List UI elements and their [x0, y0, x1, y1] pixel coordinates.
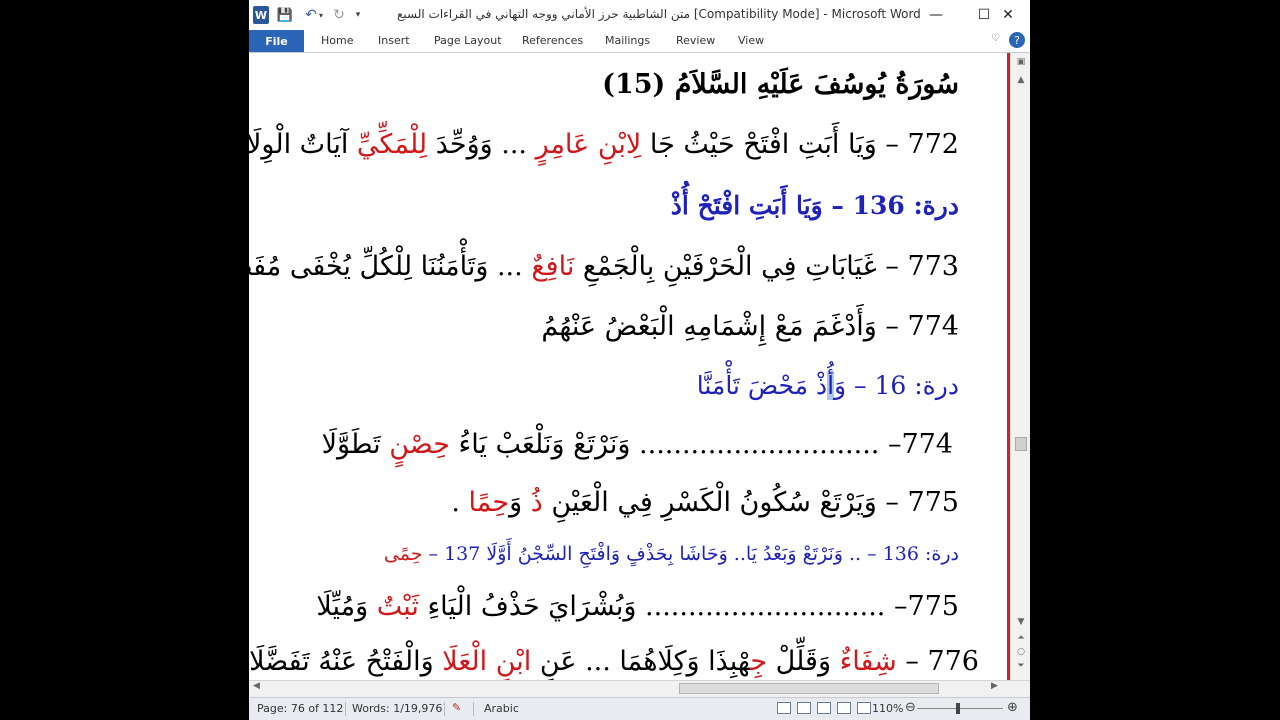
minimize-button[interactable]: —: [913, 0, 959, 30]
tab-view[interactable]: View: [738, 34, 764, 47]
tab-home[interactable]: Home: [321, 34, 353, 47]
ribbon-tabs: File Home Insert Page Layout References …: [249, 30, 1030, 53]
tab-file[interactable]: File: [249, 30, 304, 52]
vertical-scroll-thumb[interactable]: [1015, 437, 1027, 451]
reader-name: ذُ: [530, 487, 543, 518]
reader-name: حِصْنٍ: [389, 429, 450, 460]
outline-icon[interactable]: [837, 702, 851, 714]
status-bar: Page: 76 of 112 Words: 1/19,976 ✎ Arabic…: [249, 697, 1030, 720]
reader-name: حِمًى: [383, 543, 423, 565]
scroll-down-icon[interactable]: ▼: [1014, 617, 1028, 627]
durra-text: ذْ مَحْضَ تَأْمَنَّا: [696, 371, 828, 400]
durra-text: درة: 136 – .. وَنَرْتَعْ وَبَعْدُ يَا.. …: [422, 543, 959, 565]
minimize-ribbon-icon[interactable]: ♡: [991, 33, 1000, 44]
tab-insert[interactable]: Insert: [378, 34, 410, 47]
document-page[interactable]: سُورَةُ يُوسُفَ عَلَيْهِ السَّلاَمُ (15)…: [249, 53, 1009, 680]
vertical-scrollbar[interactable]: ▣ ▲ ▼ ⏶ ○ ⏷: [1010, 53, 1030, 680]
verse-text: 775 – وَيَرْتَعْ سُكُونُ الْكَسْرِ فِي ا…: [542, 487, 959, 518]
window-title: متن الشاطبية حرز الأماني ووجه التهاني في…: [397, 7, 921, 21]
redo-icon[interactable]: ↻: [331, 6, 347, 24]
reader-name: ابْنِ الْعَلَا: [442, 646, 532, 677]
tab-mailings[interactable]: Mailings: [605, 34, 650, 47]
next-page-icon[interactable]: ⏷: [1014, 661, 1028, 671]
scroll-right-icon[interactable]: ▶: [991, 681, 998, 691]
full-screen-reading-icon[interactable]: [797, 702, 811, 714]
verse-text: 776 –: [896, 646, 979, 677]
verse-text: تَطَوَّلَا: [321, 429, 390, 460]
verse-text: هْبِذَا وَكِلَاهُمَا ... عَنِ: [531, 646, 751, 677]
page-count[interactable]: Page: 76 of 112: [257, 702, 343, 715]
save-icon[interactable]: 💾: [277, 6, 293, 24]
proofing-icon[interactable]: ✎: [452, 701, 466, 715]
verse-776: 776 – شِفَاءٌ وَقَلِّلْ جِهْبِذَا وَكِلَ…: [249, 646, 979, 677]
verse-text: آيَاتٌ الْوِلَا: [249, 129, 357, 160]
scroll-up-icon[interactable]: ▲: [1014, 75, 1028, 85]
draft-icon[interactable]: [857, 702, 871, 714]
durra-136-137: درة: 136 – .. وَنَرْتَعْ وَبَعْدُ يَا.. …: [384, 543, 959, 565]
word-app-icon[interactable]: W: [253, 6, 269, 24]
verse-text: ... وَتَأْمَنُنَا لِلْكُلِّ يُخْفَى مُفَ…: [249, 251, 523, 282]
zoom-level[interactable]: 110%: [872, 702, 903, 715]
previous-page-icon[interactable]: ⏶: [1014, 633, 1028, 643]
word-count[interactable]: Words: 1/19,976: [352, 702, 442, 715]
reader-name: نَافِعٌ: [531, 251, 575, 282]
reader-name: لِابْنِ عَامِرٍ: [535, 129, 642, 160]
verse-773: 773 – غَيَابَاتِ فِي الْحَرْفَيْنِ بِالْ…: [249, 251, 959, 282]
surah-heading: سُورَةُ يُوسُفَ عَلَيْهِ السَّلاَمُ (15): [602, 69, 959, 100]
web-layout-icon[interactable]: [817, 702, 831, 714]
verse-774: 774 – وَأَدْغَمَ مَعْ إِشْمَامِهِ الْبَع…: [541, 311, 959, 342]
verse-text: 772 – وَيَا أَبَتِ افْتَحْ حَيْثُ جَا: [641, 129, 959, 160]
horizontal-scrollbar[interactable]: ◀ ▶: [249, 680, 1030, 697]
verse-text: وَ: [509, 487, 531, 518]
verse-text: 774– ............................ وَنَرْ…: [449, 429, 954, 460]
zoom-slider[interactable]: [917, 708, 1003, 709]
reader-name: جِ: [750, 646, 768, 677]
tab-references[interactable]: References: [522, 34, 583, 47]
customize-quick-access-icon[interactable]: ▾: [353, 6, 363, 24]
verse-774-cont: 774– ............................ وَنَرْ…: [322, 429, 953, 460]
verse-text: وَمُيِّلَا: [316, 591, 377, 622]
print-layout-icon[interactable]: [777, 702, 791, 714]
verse-text: 773 – غَيَابَاتِ فِي الْحَرْفَيْنِ بِالْ…: [574, 251, 959, 282]
help-icon[interactable]: ?: [1009, 32, 1025, 48]
durra-16: درة: 16 – وَأُذْ مَحْضَ تَأْمَنَّا: [697, 371, 959, 400]
durra-136: درة: 136 – وَيَا أَبَتِ افْتَحْ أُذْ: [670, 191, 959, 220]
reader-name: ثَبْتٌ: [376, 591, 419, 622]
zoom-in-icon[interactable]: ⊕: [1007, 700, 1018, 715]
close-button[interactable]: ✕: [986, 0, 1030, 30]
zoom-out-icon[interactable]: ⊖: [905, 700, 916, 715]
reader-name: شِفَاءٌ: [839, 646, 897, 677]
verse-775-cont: 775– ............................ وَبُشْ…: [316, 591, 959, 622]
ruler-toggle-icon[interactable]: ▣: [1014, 57, 1028, 67]
browse-object-icon[interactable]: ○: [1014, 647, 1028, 657]
verse-772: 772 – وَيَا أَبَتِ افْتَحْ حَيْثُ جَا لِ…: [249, 129, 959, 160]
verse-text: وَالْفَتْحُ عَنْهُ تَفَضَّلَا: [249, 646, 443, 677]
undo-dropdown-icon[interactable]: ▾: [317, 6, 325, 24]
verse-text: .: [451, 487, 469, 518]
tab-review[interactable]: Review: [676, 34, 715, 47]
verse-text: ... وَوُحِّدَ: [427, 129, 536, 160]
tab-page-layout[interactable]: Page Layout: [434, 34, 502, 47]
zoom-slider-thumb[interactable]: [956, 703, 960, 714]
reader-name: لِلْمَكِّيِّ: [356, 129, 428, 160]
horizontal-scroll-thumb[interactable]: [679, 683, 939, 694]
title-bar: W 💾 ↶ ▾ ↻ ▾ متن الشاطبية حرز الأماني ووج…: [249, 0, 1030, 30]
word-window: W 💾 ↶ ▾ ↻ ▾ متن الشاطبية حرز الأماني ووج…: [249, 0, 1030, 720]
reader-name: حِمًا: [468, 487, 510, 518]
text-selection[interactable]: أُ: [827, 371, 835, 400]
durra-text: درة: 16 – وَ: [834, 371, 959, 400]
scroll-left-icon[interactable]: ◀: [253, 681, 260, 691]
verse-text: وَقَلِّلْ: [767, 646, 840, 677]
verse-775: 775 – وَيَرْتَعْ سُكُونُ الْكَسْرِ فِي ا…: [451, 487, 959, 518]
language-indicator[interactable]: Arabic: [484, 702, 519, 715]
verse-text: 775– ............................ وَبُشْ…: [418, 591, 959, 622]
